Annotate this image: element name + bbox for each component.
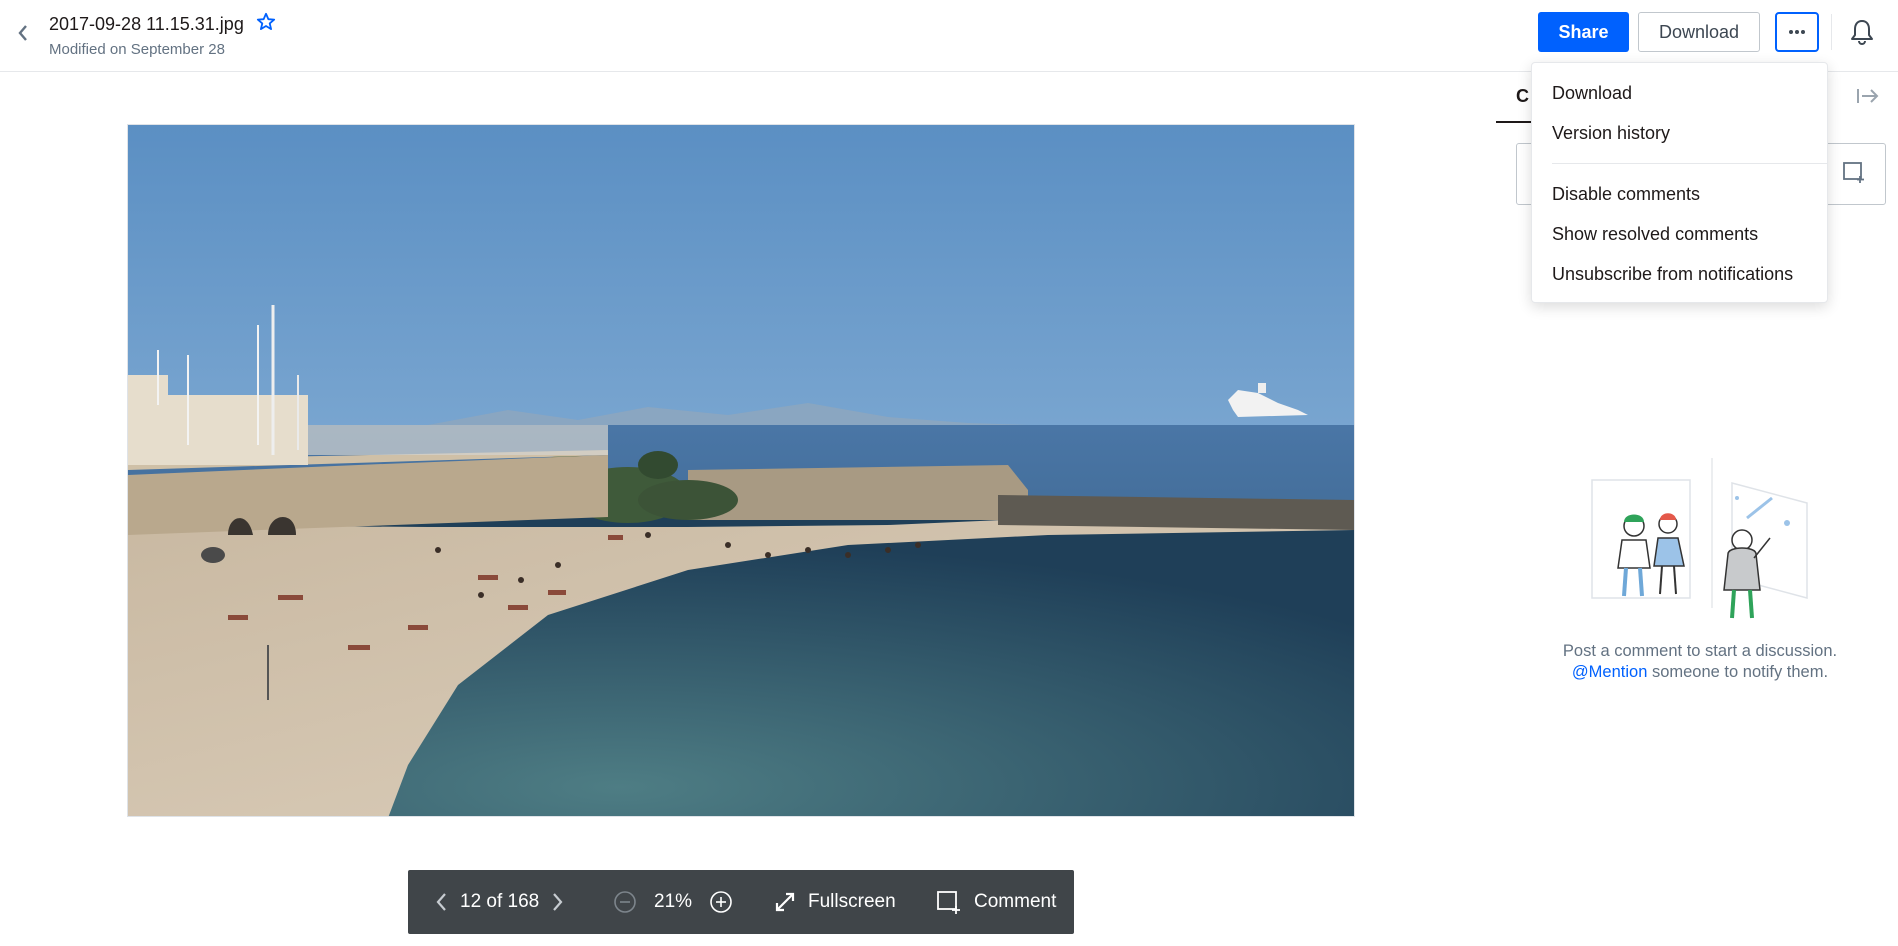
zoom-level: 21% (654, 891, 693, 912)
empty-comments-illustration (1582, 458, 1822, 628)
menu-item-version-history[interactable]: Version history (1552, 123, 1670, 144)
empty-comments-text: Post a comment to start a discussion. @M… (1500, 641, 1898, 683)
empty-comments-line1: Post a comment to start a discussion. (1562, 642, 1838, 660)
fullscreen-icon (775, 892, 795, 912)
ellipsis-icon (1789, 30, 1805, 34)
tab-underline (1496, 121, 1536, 123)
more-options-button[interactable] (1775, 12, 1819, 52)
empty-comments-line2: @Mention someone to notify them. (1500, 662, 1898, 683)
collapse-sidebar-icon[interactable] (1856, 86, 1880, 111)
download-button[interactable]: Download (1638, 12, 1760, 52)
share-button[interactable]: Share (1538, 12, 1629, 52)
comment-button[interactable]: Comment (936, 870, 1056, 934)
file-title-block: 2017-09-28 11.15.31.jpg Modified on Sept… (49, 12, 276, 58)
menu-separator (1552, 163, 1828, 164)
zoom-out-button[interactable] (612, 870, 638, 934)
header-divider (1831, 14, 1832, 50)
zoom-in-button[interactable] (708, 870, 734, 934)
menu-item-disable-comments[interactable]: Disable comments (1552, 184, 1700, 205)
viewer-toolbar: 12 of 168 21% Fullscreen Comment (408, 870, 1074, 934)
bell-icon[interactable] (1848, 18, 1876, 46)
menu-item-unsubscribe[interactable]: Unsubscribe from notifications (1552, 264, 1793, 285)
chevron-right-icon (553, 893, 563, 911)
comments-tab-label[interactable]: C (1516, 86, 1529, 107)
menu-item-show-resolved-comments[interactable]: Show resolved comments (1552, 224, 1758, 245)
comment-label: Comment (974, 891, 1057, 912)
more-options-menu: Download Version history Disable comment… (1531, 62, 1828, 303)
file-name: 2017-09-28 11.15.31.jpg (49, 14, 244, 34)
zoom-out-icon (614, 891, 636, 913)
empty-comments-line2-text: someone to notify them. (1647, 663, 1829, 681)
chevron-left-icon (436, 893, 446, 911)
next-file-button[interactable] (545, 870, 571, 934)
star-icon[interactable] (256, 12, 276, 37)
menu-item-download[interactable]: Download (1552, 83, 1632, 104)
modified-date: Modified on September 28 (49, 41, 225, 58)
zoom-in-icon (710, 891, 732, 913)
page-indicator: 12 of 168 (460, 891, 540, 912)
back-arrow-icon[interactable] (12, 22, 34, 44)
comment-icon (937, 891, 960, 914)
fullscreen-label: Fullscreen (808, 891, 896, 912)
fullscreen-button[interactable]: Fullscreen (774, 870, 896, 934)
image-preview (127, 124, 1355, 817)
previous-file-button[interactable] (428, 870, 454, 934)
mention-link[interactable]: @Mention (1572, 663, 1647, 681)
add-comment-icon[interactable] (1842, 160, 1866, 189)
